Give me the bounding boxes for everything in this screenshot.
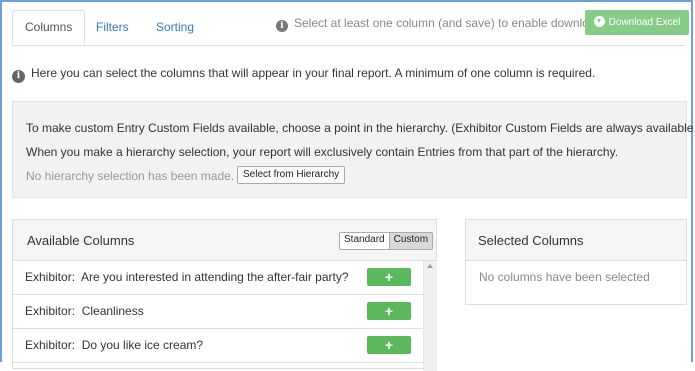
info-icon: i bbox=[276, 20, 288, 32]
tab-filters[interactable]: Filters bbox=[84, 10, 141, 44]
toggle-standard[interactable]: Standard bbox=[340, 233, 389, 249]
hierarchy-line-1: To make custom Entry Custom Fields avail… bbox=[26, 121, 695, 135]
hierarchy-status: No hierarchy selection has been made. bbox=[26, 169, 235, 183]
add-column-button[interactable]: + bbox=[367, 302, 411, 320]
plus-icon: + bbox=[384, 269, 394, 285]
download-hint-text: Select at least one column (and save) to… bbox=[294, 16, 603, 30]
list-item: Exhibitor: Are you interested in attendi… bbox=[13, 261, 423, 295]
available-columns-title: Available Columns bbox=[27, 233, 135, 248]
tab-columns[interactable]: Columns bbox=[12, 10, 86, 44]
hierarchy-panel: To make custom Entry Custom Fields avail… bbox=[12, 101, 695, 198]
scroll-up-arrow-icon[interactable] bbox=[427, 264, 433, 268]
plus-icon: + bbox=[384, 303, 394, 319]
download-excel-button[interactable]: Download Excel bbox=[585, 10, 689, 35]
intro-message: i Here you can select the columns that wi… bbox=[12, 66, 595, 83]
list-item: Exhibitor: Cleanliness + bbox=[13, 295, 423, 329]
info-icon: i bbox=[12, 70, 25, 83]
list-item: Exhibitor: Do you like ice cream? + bbox=[13, 329, 423, 363]
column-label: Exhibitor: Are you interested in attendi… bbox=[25, 270, 349, 284]
selected-columns-empty-text: No columns have been selected bbox=[479, 270, 650, 284]
select-from-hierarchy-button[interactable]: Select from Hierarchy bbox=[237, 166, 346, 184]
download-excel-label: Download Excel bbox=[608, 17, 681, 28]
intro-text: Here you can select the columns that wil… bbox=[31, 66, 596, 80]
tab-bar: Columns Filters Sorting i Select at least… bbox=[12, 10, 689, 46]
column-type-toggle: Standard Custom bbox=[339, 232, 434, 250]
add-column-button[interactable]: + bbox=[367, 268, 411, 286]
toggle-custom[interactable]: Custom bbox=[388, 233, 433, 249]
tab-sorting[interactable]: Sorting bbox=[144, 10, 206, 44]
plus-icon: + bbox=[384, 337, 394, 353]
list-scrollbar[interactable] bbox=[423, 261, 437, 371]
column-label: Exhibitor: Do you like ice cream? bbox=[25, 338, 204, 352]
hierarchy-line-2: When you make a hierarchy selection, you… bbox=[26, 145, 619, 159]
cloud-download-icon bbox=[593, 16, 605, 27]
selected-columns-header: Selected Columns bbox=[466, 220, 686, 261]
available-columns-list: Exhibitor: Are you interested in attendi… bbox=[13, 261, 423, 363]
download-hint: i Select at least one column (and save) t… bbox=[276, 10, 602, 38]
column-label: Exhibitor: Cleanliness bbox=[25, 304, 144, 318]
available-columns-panel: Available Columns Standard Custom Exhibi… bbox=[12, 219, 437, 371]
add-column-button[interactable]: + bbox=[367, 336, 411, 354]
selected-columns-panel: Selected Columns No columns have been se… bbox=[465, 219, 687, 305]
available-columns-header: Available Columns Standard Custom bbox=[13, 220, 436, 261]
selected-columns-title: Selected Columns bbox=[478, 233, 584, 248]
